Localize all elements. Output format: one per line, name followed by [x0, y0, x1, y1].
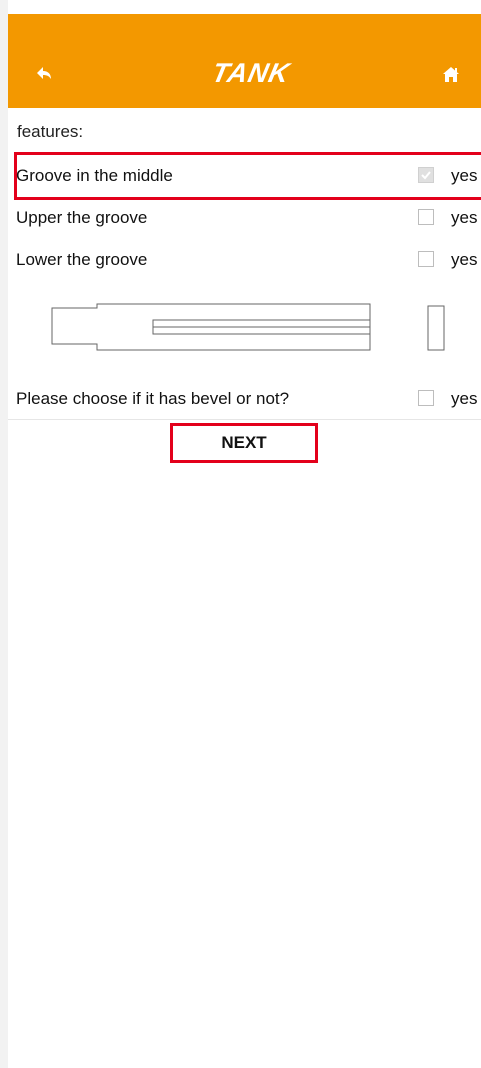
feature-row-lower-groove[interactable]: Lower the groove yes: [8, 242, 481, 278]
status-bar: [0, 0, 481, 14]
groove-middle-checkbox[interactable]: [418, 167, 434, 183]
key-profile-diagram: [0, 296, 481, 356]
next-button[interactable]: NEXT: [170, 423, 318, 463]
lower-groove-checkbox[interactable]: [418, 251, 434, 267]
screen-edge: [0, 0, 8, 1068]
home-icon: [443, 67, 459, 82]
brand-logo: TANK: [209, 58, 293, 88]
feature-label: Groove in the middle: [16, 166, 173, 185]
option-yes-label: yes: [451, 166, 478, 185]
top-app-bar: TANK: [8, 14, 481, 108]
bevel-checkbox[interactable]: [418, 390, 434, 406]
option-yes-label: yes: [451, 250, 478, 269]
key-blade-illustration: [51, 303, 445, 351]
checkmark-icon: [421, 171, 431, 180]
feature-row-upper-groove[interactable]: Upper the groove yes: [8, 200, 481, 236]
back-arrow-icon: [37, 67, 51, 79]
back-button[interactable]: [28, 58, 60, 90]
option-yes-label: yes: [451, 389, 478, 408]
feature-label: Upper the groove: [16, 208, 148, 227]
feature-row-groove-middle[interactable]: Groove in the middle yes: [8, 152, 481, 200]
bevel-row[interactable]: Please choose if it has bevel or not? ye…: [8, 381, 481, 420]
features-heading: features:: [17, 122, 84, 141]
feature-label: Lower the groove: [16, 250, 148, 269]
upper-groove-checkbox[interactable]: [418, 209, 434, 225]
bevel-question-label: Please choose if it has bevel or not?: [16, 389, 290, 408]
home-button[interactable]: [436, 60, 466, 90]
option-yes-label: yes: [451, 208, 478, 227]
